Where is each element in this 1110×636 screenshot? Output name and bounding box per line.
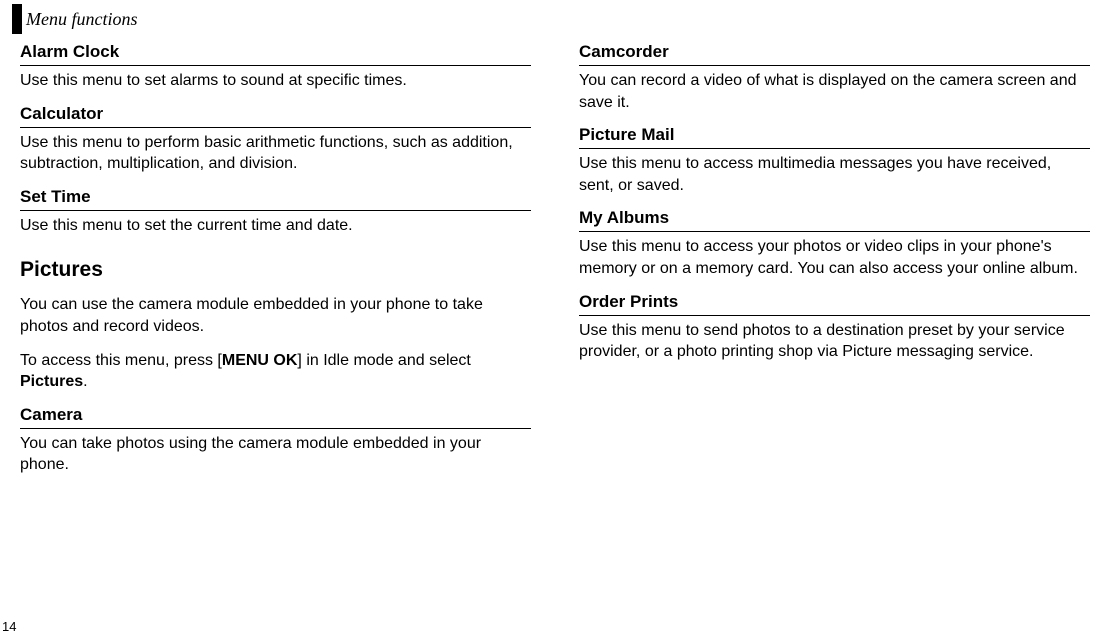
camera-heading: Camera [20, 405, 531, 429]
pictures-b2-bold1: MENU OK [222, 352, 298, 369]
alarm-clock-body: Use this menu to set alarms to sound at … [20, 70, 531, 92]
camcorder-heading: Camcorder [579, 42, 1090, 66]
running-head-title: Menu functions [26, 9, 137, 30]
my-albums-heading: My Albums [579, 208, 1090, 232]
camcorder-body: You can record a video of what is displa… [579, 70, 1090, 113]
order-prints-body: Use this menu to send photos to a destin… [579, 320, 1090, 363]
left-column: Alarm Clock Use this menu to set alarms … [20, 38, 531, 488]
alarm-clock-heading: Alarm Clock [20, 42, 531, 66]
camera-body: You can take photos using the camera mod… [20, 433, 531, 476]
calculator-heading: Calculator [20, 104, 531, 128]
pictures-b2-mid: ] in Idle mode and select [297, 352, 470, 369]
running-header: Menu functions [12, 4, 1110, 34]
header-bar-icon [12, 4, 22, 34]
right-column: Camcorder You can record a video of what… [579, 38, 1090, 488]
pictures-b2-pre: To access this menu, press [ [20, 352, 222, 369]
my-albums-body: Use this menu to access your photos or v… [579, 236, 1090, 279]
set-time-body: Use this menu to set the current time an… [20, 215, 531, 237]
pictures-heading: Pictures [20, 258, 531, 282]
content-columns: Alarm Clock Use this menu to set alarms … [0, 34, 1110, 488]
pictures-body-1: You can use the camera module embedded i… [20, 294, 531, 337]
set-time-heading: Set Time [20, 187, 531, 211]
pictures-b2-end: . [83, 373, 87, 390]
pictures-b2-bold2: Pictures [20, 373, 83, 390]
pictures-body-2: To access this menu, press [MENU OK] in … [20, 350, 531, 393]
picture-mail-body: Use this menu to access multimedia messa… [579, 153, 1090, 196]
calculator-body: Use this menu to perform basic arithmeti… [20, 132, 531, 175]
order-prints-heading: Order Prints [579, 292, 1090, 316]
page-number: 14 [2, 619, 16, 634]
picture-mail-heading: Picture Mail [579, 125, 1090, 149]
